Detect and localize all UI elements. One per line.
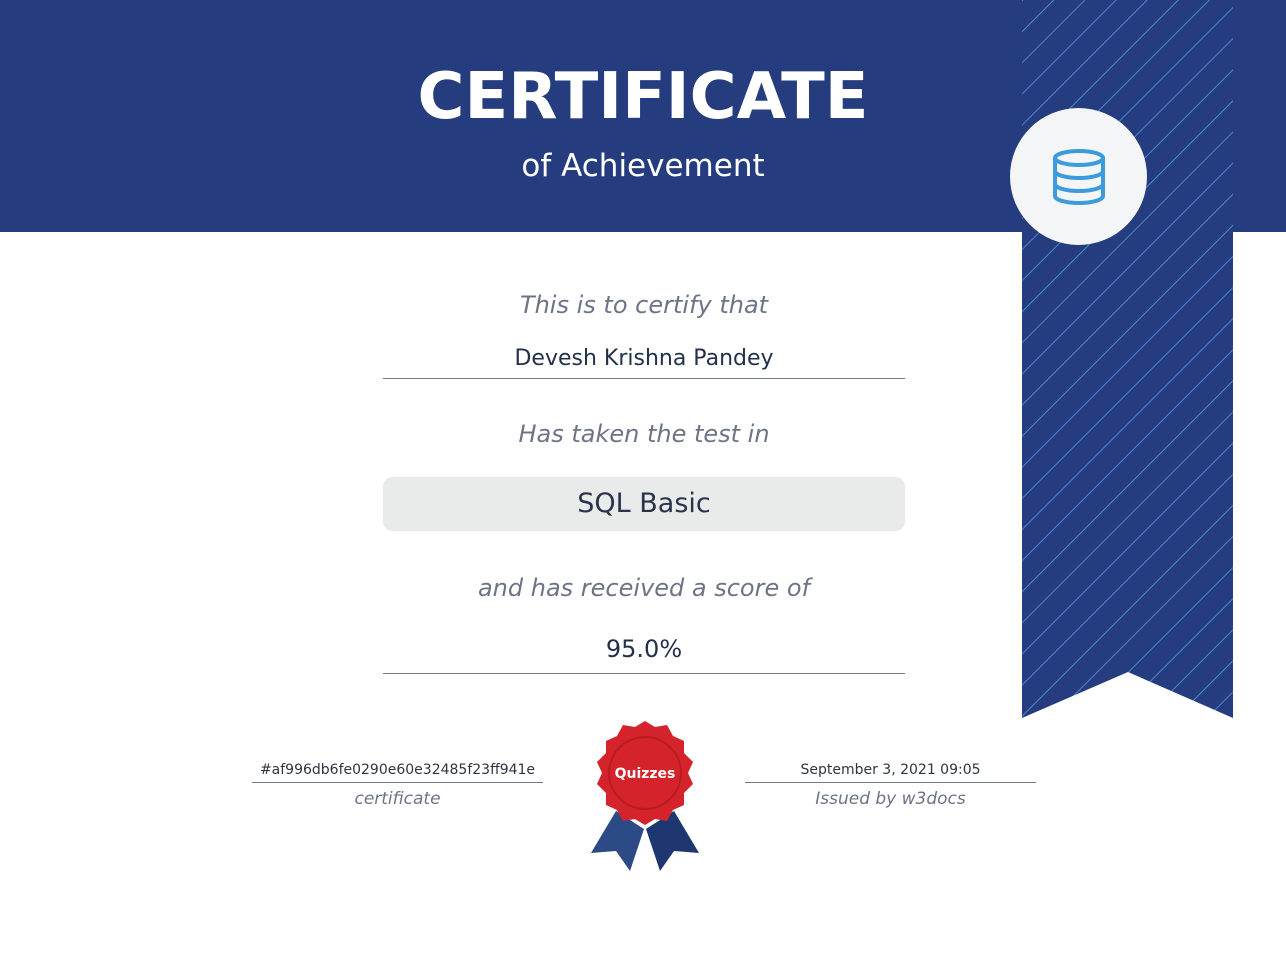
issued-date: September 3, 2021 09:05 bbox=[745, 760, 1036, 783]
decorative-ribbon bbox=[1022, 0, 1233, 718]
certificate-id: #af996db6fe0290e60e32485f23ff941e bbox=[252, 760, 543, 783]
emblem-circle bbox=[1010, 108, 1147, 245]
award-ribbon-icon: Quizzes bbox=[591, 721, 699, 871]
issued-by-label: Issued by w3docs bbox=[815, 789, 966, 809]
score-value: 95.0% bbox=[383, 630, 905, 674]
test-intro-text: Has taken the test in bbox=[518, 420, 770, 448]
test-name-box: SQL Basic bbox=[383, 477, 905, 531]
database-icon bbox=[1052, 148, 1105, 205]
score-intro-text: and has received a score of bbox=[477, 574, 811, 602]
certificate-label: certificate bbox=[354, 789, 441, 809]
badge-label: Quizzes bbox=[615, 766, 676, 782]
certify-text: This is to certify that bbox=[519, 291, 769, 319]
recipient-name: Devesh Krishna Pandey bbox=[383, 342, 905, 379]
